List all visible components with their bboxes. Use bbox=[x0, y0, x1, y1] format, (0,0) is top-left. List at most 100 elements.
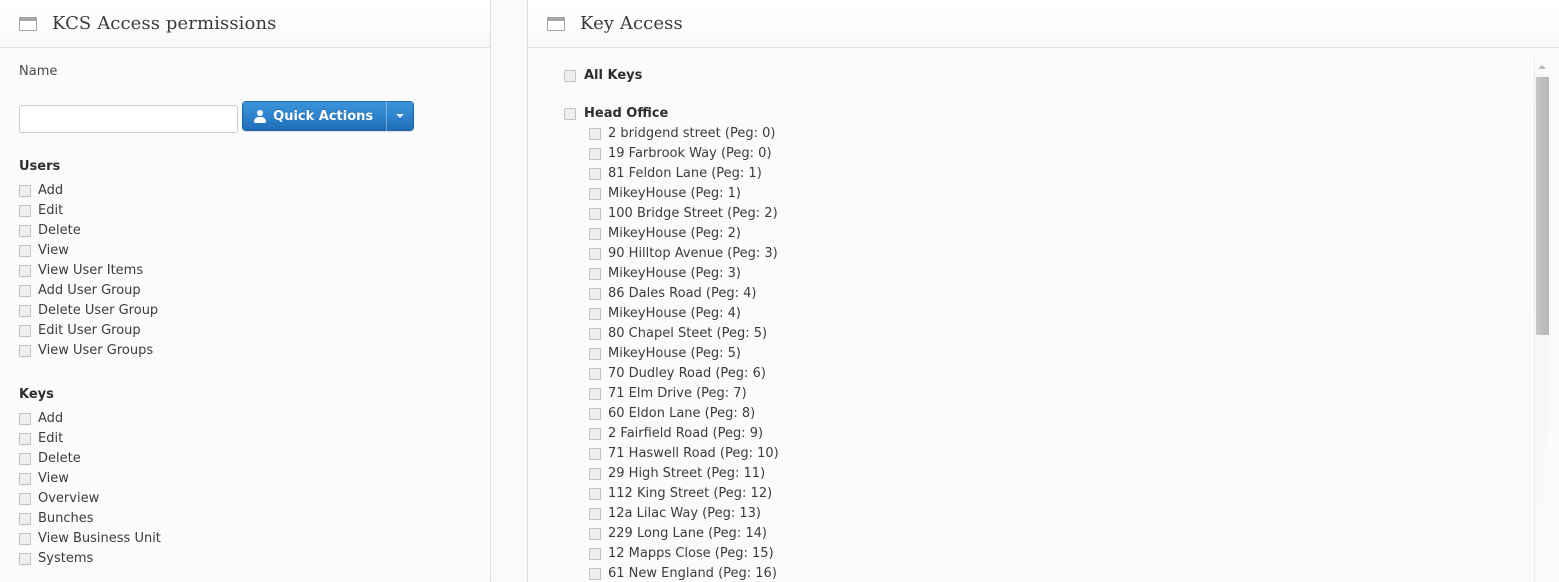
checkbox-key[interactable] bbox=[589, 508, 601, 520]
permission-row[interactable]: Edit bbox=[19, 201, 470, 221]
tree-row-key[interactable]: 100 Bridge Street (Peg: 2) bbox=[564, 204, 1559, 224]
tree-row-key[interactable]: 112 King Street (Peg: 12) bbox=[564, 484, 1559, 504]
permission-label: Delete bbox=[38, 223, 81, 238]
tree-row-key[interactable]: 61 New England (Peg: 16) bbox=[564, 564, 1559, 582]
name-label: Name bbox=[19, 64, 58, 79]
permission-label: View bbox=[38, 471, 69, 486]
permission-row[interactable]: Systems bbox=[19, 549, 470, 569]
checkbox-keys-overview[interactable] bbox=[19, 493, 31, 505]
checkbox-keys-edit[interactable] bbox=[19, 433, 31, 445]
tree-row-key[interactable]: MikeyHouse (Peg: 5) bbox=[564, 344, 1559, 364]
checkbox-key[interactable] bbox=[589, 208, 601, 220]
vertical-scrollbar[interactable] bbox=[1534, 59, 1549, 582]
checkbox-users-edit[interactable] bbox=[19, 205, 31, 217]
checkbox-key[interactable] bbox=[589, 528, 601, 540]
tree-row-key[interactable]: 2 Fairfield Road (Peg: 9) bbox=[564, 424, 1559, 444]
checkbox-keys-view[interactable] bbox=[19, 473, 31, 485]
permission-row[interactable]: View bbox=[19, 469, 470, 489]
checkbox-key[interactable] bbox=[589, 428, 601, 440]
tree-row-all-keys[interactable]: All Keys bbox=[564, 66, 1559, 86]
checkbox-users-edit-user-group[interactable] bbox=[19, 325, 31, 337]
permission-row[interactable]: Bunches bbox=[19, 509, 470, 529]
checkbox-key[interactable] bbox=[589, 388, 601, 400]
permission-row[interactable]: Edit bbox=[19, 429, 470, 449]
tree-row-key[interactable]: MikeyHouse (Peg: 4) bbox=[564, 304, 1559, 324]
name-input[interactable] bbox=[19, 105, 238, 133]
page-root: KCS Access permissions Name Quick Action… bbox=[0, 0, 1559, 582]
checkbox-users-add[interactable] bbox=[19, 185, 31, 197]
permission-row[interactable]: Add bbox=[19, 181, 470, 201]
permission-row[interactable]: View Business Unit bbox=[19, 529, 470, 549]
permission-row[interactable]: Add User Group bbox=[19, 281, 470, 301]
checkbox-key[interactable] bbox=[589, 328, 601, 340]
checkbox-keys-bunches[interactable] bbox=[19, 513, 31, 525]
checkbox-key[interactable] bbox=[589, 128, 601, 140]
checkbox-key[interactable] bbox=[589, 228, 601, 240]
checkbox-users-delete-user-group[interactable] bbox=[19, 305, 31, 317]
tree-row-key[interactable]: 29 High Street (Peg: 11) bbox=[564, 464, 1559, 484]
permission-row[interactable]: Delete bbox=[19, 449, 470, 469]
checkbox-key[interactable] bbox=[589, 408, 601, 420]
tree-row-key[interactable]: MikeyHouse (Peg: 2) bbox=[564, 224, 1559, 244]
checkbox-key[interactable] bbox=[589, 348, 601, 360]
permission-row[interactable]: View User Items bbox=[19, 261, 470, 281]
key-label: 2 bridgend street (Peg: 0) bbox=[608, 126, 776, 141]
checkbox-key[interactable] bbox=[589, 248, 601, 260]
scrollbar-thumb[interactable] bbox=[1536, 77, 1549, 335]
checkbox-key[interactable] bbox=[589, 268, 601, 280]
checkbox-key[interactable] bbox=[589, 368, 601, 380]
permission-row[interactable]: View User Groups bbox=[19, 341, 470, 361]
checkbox-key[interactable] bbox=[589, 448, 601, 460]
permission-row[interactable]: Edit User Group bbox=[19, 321, 470, 341]
scroll-up-button[interactable] bbox=[1535, 59, 1549, 74]
tree-row-key[interactable]: MikeyHouse (Peg: 1) bbox=[564, 184, 1559, 204]
tree-row-key[interactable]: 229 Long Lane (Peg: 14) bbox=[564, 524, 1559, 544]
checkbox-users-view[interactable] bbox=[19, 245, 31, 257]
quick-actions-dropdown-toggle[interactable] bbox=[386, 101, 415, 131]
checkbox-all-keys[interactable] bbox=[564, 70, 576, 82]
tree-row-key[interactable]: 12 Mapps Close (Peg: 15) bbox=[564, 544, 1559, 564]
tree-row-key[interactable]: 2 bridgend street (Peg: 0) bbox=[564, 124, 1559, 144]
tree-row-key[interactable]: 81 Feldon Lane (Peg: 1) bbox=[564, 164, 1559, 184]
checkbox-keys-add[interactable] bbox=[19, 413, 31, 425]
tree-row-key[interactable]: 86 Dales Road (Peg: 4) bbox=[564, 284, 1559, 304]
tree-row-key[interactable]: 90 Hilltop Avenue (Peg: 3) bbox=[564, 244, 1559, 264]
key-label: MikeyHouse (Peg: 2) bbox=[608, 226, 742, 241]
checkbox-key[interactable] bbox=[589, 188, 601, 200]
checkbox-keys-systems[interactable] bbox=[19, 553, 31, 565]
tree-row-key[interactable]: MikeyHouse (Peg: 3) bbox=[564, 264, 1559, 284]
checkbox-key[interactable] bbox=[589, 168, 601, 180]
tree-row-key[interactable]: 71 Haswell Road (Peg: 10) bbox=[564, 444, 1559, 464]
tree-row-key[interactable]: 12a Lilac Way (Peg: 13) bbox=[564, 504, 1559, 524]
tree-row-key[interactable]: 70 Dudley Road (Peg: 6) bbox=[564, 364, 1559, 384]
checkbox-key[interactable] bbox=[589, 568, 601, 580]
tree-row-head-office[interactable]: Head Office bbox=[564, 104, 1559, 124]
checkbox-key[interactable] bbox=[589, 488, 601, 500]
panel-gap bbox=[491, 0, 527, 582]
checkbox-users-view-user-items[interactable] bbox=[19, 265, 31, 277]
checkbox-key[interactable] bbox=[589, 288, 601, 300]
tree-row-key[interactable]: 19 Farbrook Way (Peg: 0) bbox=[564, 144, 1559, 164]
tree-row-key[interactable]: 60 Eldon Lane (Peg: 8) bbox=[564, 404, 1559, 424]
permission-row[interactable]: Delete User Group bbox=[19, 301, 470, 321]
permission-row[interactable]: Add bbox=[19, 409, 470, 429]
checkbox-head-office[interactable] bbox=[564, 108, 576, 120]
checkbox-key[interactable] bbox=[589, 548, 601, 560]
quick-actions-button[interactable]: Quick Actions bbox=[242, 101, 387, 131]
permission-row[interactable]: Overview bbox=[19, 489, 470, 509]
tree-row-key[interactable]: 80 Chapel Steet (Peg: 5) bbox=[564, 324, 1559, 344]
tree-row-key[interactable]: 71 Elm Drive (Peg: 7) bbox=[564, 384, 1559, 404]
checkbox-keys-delete[interactable] bbox=[19, 453, 31, 465]
window-icon bbox=[547, 16, 565, 31]
checkbox-key[interactable] bbox=[589, 308, 601, 320]
checkbox-users-add-user-group[interactable] bbox=[19, 285, 31, 297]
permission-label: View bbox=[38, 243, 69, 258]
checkbox-key[interactable] bbox=[589, 468, 601, 480]
checkbox-users-delete[interactable] bbox=[19, 225, 31, 237]
checkbox-users-view-user-groups[interactable] bbox=[19, 345, 31, 357]
key-label: 12 Mapps Close (Peg: 15) bbox=[608, 546, 774, 561]
permission-row[interactable]: Delete bbox=[19, 221, 470, 241]
checkbox-keys-view-business-unit[interactable] bbox=[19, 533, 31, 545]
permission-row[interactable]: View bbox=[19, 241, 470, 261]
checkbox-key[interactable] bbox=[589, 148, 601, 160]
